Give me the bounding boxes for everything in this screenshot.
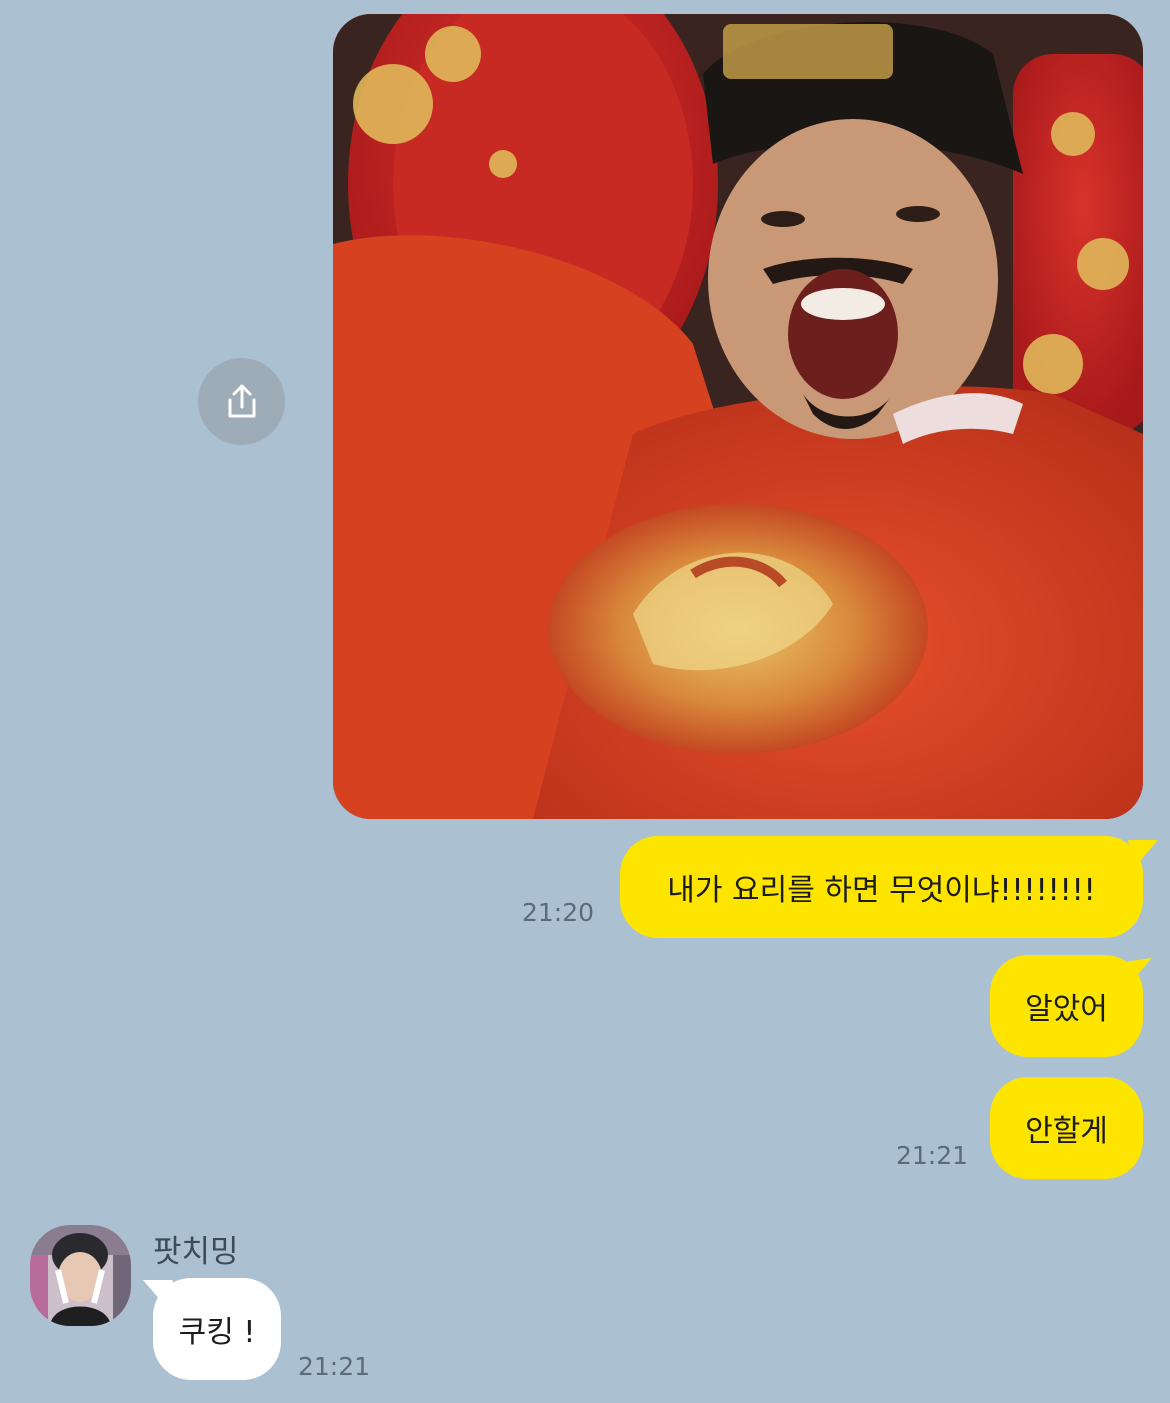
message-time: 21:21 [896,1141,969,1170]
share-button[interactable] [198,358,285,445]
share-icon [228,384,255,417]
message-text: 내가 요리를 하면 무엇이냐!!!!!!!! [667,873,1096,908]
message-text: 쿠킹 ! [178,1315,256,1350]
bubble-tail [1128,840,1158,868]
profile-photo [30,1225,131,1326]
message-text: 안할게 [1025,1114,1108,1149]
my-message-bubble[interactable]: 내가 요리를 하면 무엇이냐!!!!!!!! [620,836,1143,938]
other-message-bubble[interactable]: 쿠킹 ! [153,1278,281,1380]
my-message-bubble[interactable]: 안할게 [990,1077,1143,1179]
message-time: 21:21 [298,1352,371,1381]
sender-name: 팟치밍 [153,1234,239,1270]
bubble-tail [1124,958,1152,986]
message-time: 21:20 [522,898,595,927]
avatar[interactable] [30,1225,131,1326]
chat-room: 21:20 내가 요리를 하면 무엇이냐!!!!!!!! 알았어 21:21 안… [0,0,1170,1403]
message-text: 알았어 [1025,992,1108,1027]
my-message-bubble[interactable]: 알았어 [990,955,1143,1057]
image-message[interactable] [333,14,1143,819]
